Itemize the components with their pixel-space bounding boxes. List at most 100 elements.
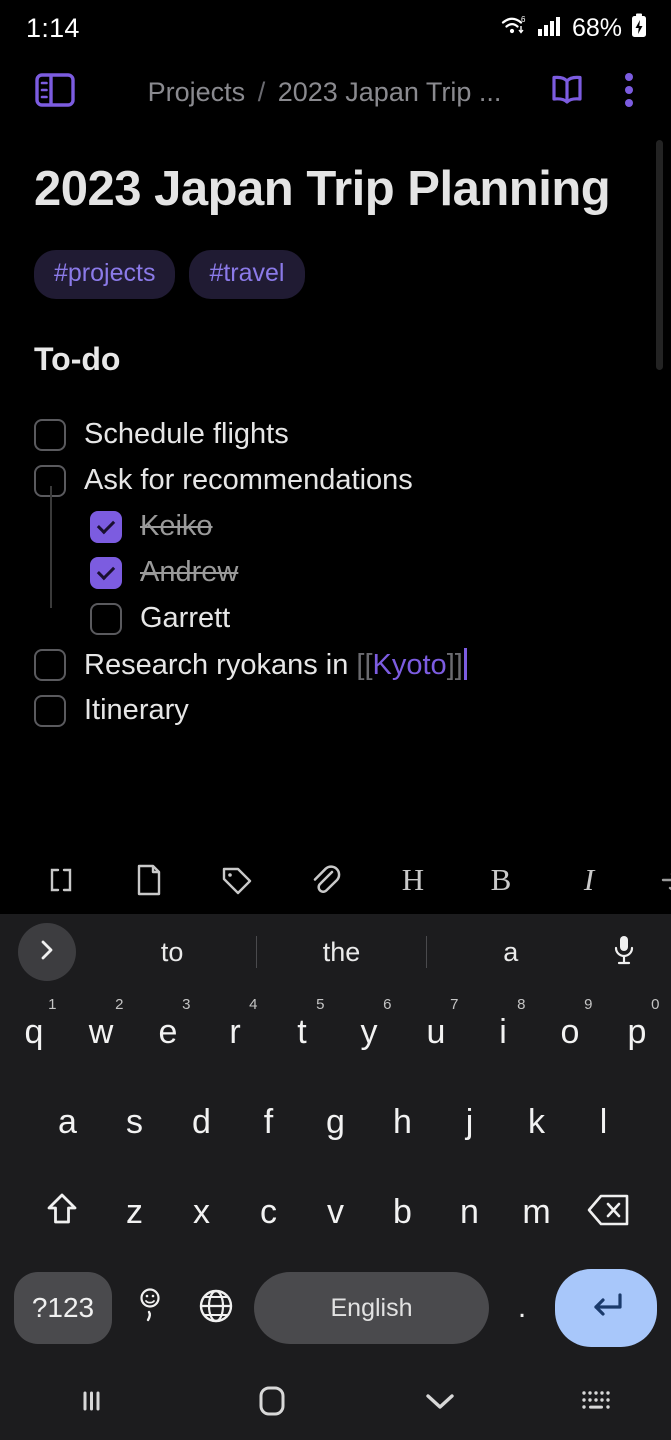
todo-label[interactable]: Keiko [140,510,213,543]
key-z[interactable]: z [101,1170,168,1254]
shift-key[interactable] [23,1170,101,1254]
tag-travel[interactable]: #travel [189,249,305,299]
keyboard-switch-icon [579,1388,615,1419]
backspace-key[interactable] [570,1170,648,1254]
key-q[interactable]: 1q [1,990,68,1074]
heading-icon[interactable]: H [392,858,434,902]
todo-item[interactable]: Schedule flights [0,412,671,458]
key-label: p [627,1012,647,1051]
page-title[interactable]: 2023 Japan Trip Planning [0,128,671,224]
recents-button[interactable] [0,1384,188,1423]
hide-keyboard-button[interactable] [356,1388,524,1419]
key-label: l [599,1102,608,1141]
voice-input-button[interactable] [595,933,653,972]
key-label: m [522,1192,551,1231]
key-c[interactable]: c [235,1170,302,1254]
key-p[interactable]: 0p [604,990,671,1074]
paperclip-icon[interactable] [304,858,346,902]
todo-label[interactable]: Garrett [140,602,230,635]
emoji-key[interactable] [122,1284,178,1333]
brackets-icon[interactable] [40,858,82,902]
section-heading-todo[interactable]: To-do [0,299,671,378]
suggestion-word[interactable]: to [88,937,256,968]
top-bar-actions [539,64,671,120]
enter-key[interactable] [555,1269,657,1347]
key-r[interactable]: 4r [202,990,269,1074]
key-label: q [24,1012,44,1051]
todo-item[interactable]: Garrett [0,596,671,642]
sidebar-toggle-icon [34,71,76,114]
todo-checkbox[interactable] [34,694,66,727]
key-f[interactable]: f [235,1080,302,1164]
key-o[interactable]: 9o [537,990,604,1074]
todo-label[interactable]: Ask for recommendations [84,464,413,497]
note-page-icon[interactable] [128,858,170,902]
key-l[interactable]: l [570,1080,637,1164]
keyboard-row-1: 1q 2w 3e 4r 5t 6y 7u 8i 9o 0p [0,990,671,1080]
key-x[interactable]: x [168,1170,235,1254]
key-k[interactable]: k [503,1080,570,1164]
todo-item[interactable]: Itinerary [0,688,671,734]
key-j[interactable]: j [436,1080,503,1164]
breadcrumb-parent[interactable]: Projects [148,77,246,107]
key-label: v [327,1192,344,1231]
italic-label: I [583,862,595,897]
todo-checkbox[interactable] [90,510,122,543]
tag-icon[interactable] [216,858,258,902]
todo-checkbox[interactable] [34,648,66,681]
reading-mode-button[interactable] [539,64,595,120]
sidebar-toggle-button[interactable] [0,71,110,114]
key-t[interactable]: 5t [269,990,336,1074]
tag-projects[interactable]: #projects [34,249,176,299]
todo-checkbox[interactable] [90,602,122,635]
suggestion-word[interactable]: the [257,937,425,968]
key-v[interactable]: v [302,1170,369,1254]
wikilink-kyoto[interactable]: Kyoto [373,649,447,681]
space-key[interactable]: English [254,1272,489,1344]
note-editor-body[interactable]: 2023 Japan Trip Planning #projects #trav… [0,128,671,846]
todo-label[interactable]: Schedule flights [84,418,289,451]
keyboard-row-3: z x c v b n m [0,1170,671,1260]
todo-label[interactable]: Itinerary [84,694,189,727]
enter-return-icon [585,1289,627,1328]
todo-label[interactable]: Andrew [140,556,238,589]
system-navigation-bar [0,1366,671,1440]
key-m[interactable]: m [503,1170,570,1254]
key-h[interactable]: h [369,1080,436,1164]
italic-icon[interactable]: I [568,858,610,902]
todo-checkbox[interactable] [90,556,122,589]
todo-checkbox[interactable] [34,418,66,451]
key-i[interactable]: 8i [470,990,537,1074]
key-d[interactable]: d [168,1080,235,1164]
key-n[interactable]: n [436,1170,503,1254]
todo-label[interactable]: Research ryokans in [[Kyoto]] [84,647,467,682]
overflow-menu-button[interactable] [601,64,657,120]
key-label: u [426,1012,446,1051]
suggestion-word[interactable]: a [427,937,595,968]
editor-format-toolbar: H B I [0,846,671,914]
strikethrough-icon[interactable] [656,858,671,902]
expand-toolbar-button[interactable] [18,923,76,981]
key-e[interactable]: 3e [135,990,202,1074]
todo-item[interactable]: Ask for recommendations [0,458,671,504]
key-b[interactable]: b [369,1170,436,1254]
key-g[interactable]: g [302,1080,369,1164]
key-a[interactable]: a [34,1080,101,1164]
key-y[interactable]: 6y [336,990,403,1074]
bold-icon[interactable]: B [480,858,522,902]
symbols-key[interactable]: ?123 [14,1272,112,1344]
keyboard-switch-button[interactable] [523,1388,671,1419]
key-s[interactable]: s [101,1080,168,1164]
home-button[interactable] [188,1383,356,1424]
todo-item-with-link[interactable]: Research ryokans in [[Kyoto]] [0,642,671,688]
breadcrumb[interactable]: Projects / 2023 Japan Trip ... [110,77,539,108]
key-w[interactable]: 2w [68,990,135,1074]
language-switch-key[interactable] [188,1287,244,1330]
period-key[interactable]: . [499,1291,545,1325]
todo-item[interactable]: Keiko [0,504,671,550]
breadcrumb-current[interactable]: 2023 Japan Trip ... [278,77,502,107]
todo-item[interactable]: Andrew [0,550,671,596]
vertical-scrollbar[interactable] [656,140,663,370]
key-label: c [260,1192,277,1231]
key-u[interactable]: 7u [403,990,470,1074]
